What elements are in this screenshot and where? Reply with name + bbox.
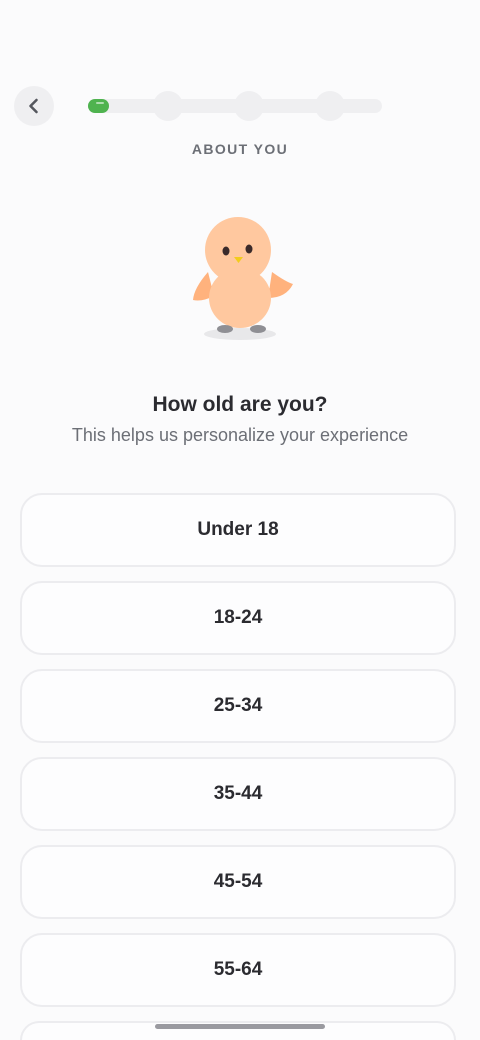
age-option-under-18[interactable]: Under 18 (20, 493, 456, 567)
progress-bar (88, 91, 382, 121)
progress-fill (88, 99, 109, 113)
back-button[interactable] (14, 86, 54, 126)
option-label: 55-64 (213, 959, 263, 980)
home-indicator (155, 1024, 325, 1029)
question-title: How old are you? (152, 393, 328, 416)
progress-step-3 (234, 91, 264, 121)
option-label: 45-54 (213, 871, 263, 892)
section-label: ABOUT YOU (191, 141, 289, 157)
age-option-55-64[interactable]: 55-64 (20, 933, 456, 1007)
option-label: 25-34 (213, 695, 263, 716)
age-option-25-34[interactable]: 25-34 (20, 669, 456, 743)
progress-step-2 (153, 91, 183, 121)
option-label: 18-24 (213, 607, 263, 628)
age-option-35-44[interactable]: 35-44 (20, 757, 456, 831)
progress-step-4 (315, 91, 345, 121)
option-label: 35-44 (213, 783, 263, 804)
option-label: Under 18 (197, 519, 279, 540)
age-option-18-24[interactable]: 18-24 (20, 581, 456, 655)
chevron-left-icon (29, 98, 38, 114)
question-subtitle: This helps us personalize your experienc… (71, 425, 409, 445)
onboarding-screen: ABOUT YOU How old are you? This helps us… (0, 0, 480, 1040)
mascot-bird-icon (193, 217, 293, 340)
age-option-45-54[interactable]: 45-54 (20, 845, 456, 919)
